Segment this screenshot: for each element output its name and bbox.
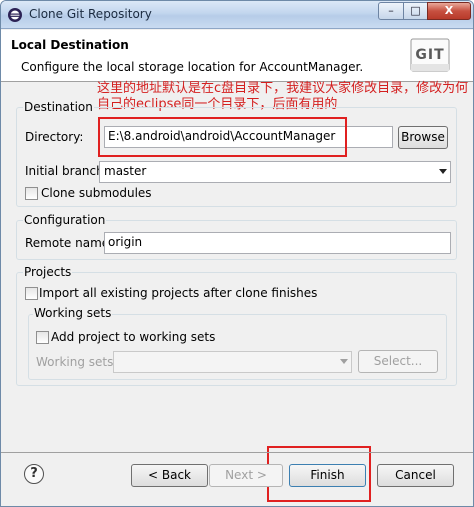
page-title: Local Destination [11,38,129,52]
add-to-working-sets-checkbox[interactable] [36,331,49,344]
cancel-button[interactable]: Cancel [377,464,454,487]
directory-input[interactable]: E:\8.android\android\AccountManager [104,126,393,148]
window-title: Clone Git Repository [29,7,152,21]
import-projects-label: Import all existing projects after clone… [39,286,318,300]
remote-name-input[interactable]: origin [104,232,451,254]
working-sets-legend: Working sets [33,306,113,320]
git-logo-text: GIT [415,47,444,63]
title-bar: Clone Git Repository – □ X [1,1,473,29]
chevron-down-icon [340,359,348,364]
maximize-button[interactable]: □ [403,2,428,20]
initial-branch-value: master [104,164,147,178]
remote-name-label: Remote name: [25,236,114,250]
finish-button[interactable]: Finish [289,464,366,487]
working-sets-label: Working sets: [36,355,118,369]
footer-separator [1,452,473,453]
import-projects-checkbox[interactable] [25,287,38,300]
wizard-header: Local Destination Configure the local st… [1,30,473,82]
initial-branch-select[interactable]: master [99,161,451,183]
clone-submodules-label: Clone submodules [41,186,152,200]
working-sets-select[interactable] [113,351,352,373]
projects-legend: Projects [23,265,73,279]
clone-git-repository-window: Clone Git Repository – □ X Local Destina… [0,0,474,507]
help-icon[interactable]: ? [24,464,44,484]
back-button[interactable]: < Back [131,464,208,487]
page-description: Configure the local storage location for… [21,60,364,74]
close-button[interactable]: X [427,2,471,20]
browse-button[interactable]: Browse [398,126,448,149]
add-to-working-sets-label: Add project to working sets [51,330,216,344]
configuration-legend: Configuration [23,213,107,227]
chevron-down-icon [439,169,447,174]
select-working-sets-button[interactable]: Select... [358,350,438,373]
eclipse-app-icon [8,8,22,22]
initial-branch-label: Initial branch: [25,164,108,178]
git-logo-icon: GIT [410,38,450,72]
next-button[interactable]: Next > [209,464,283,487]
directory-label: Directory: [25,130,84,144]
clone-submodules-checkbox[interactable] [25,187,38,200]
destination-legend: Destination [23,100,94,114]
minimize-button[interactable]: – [378,2,404,20]
